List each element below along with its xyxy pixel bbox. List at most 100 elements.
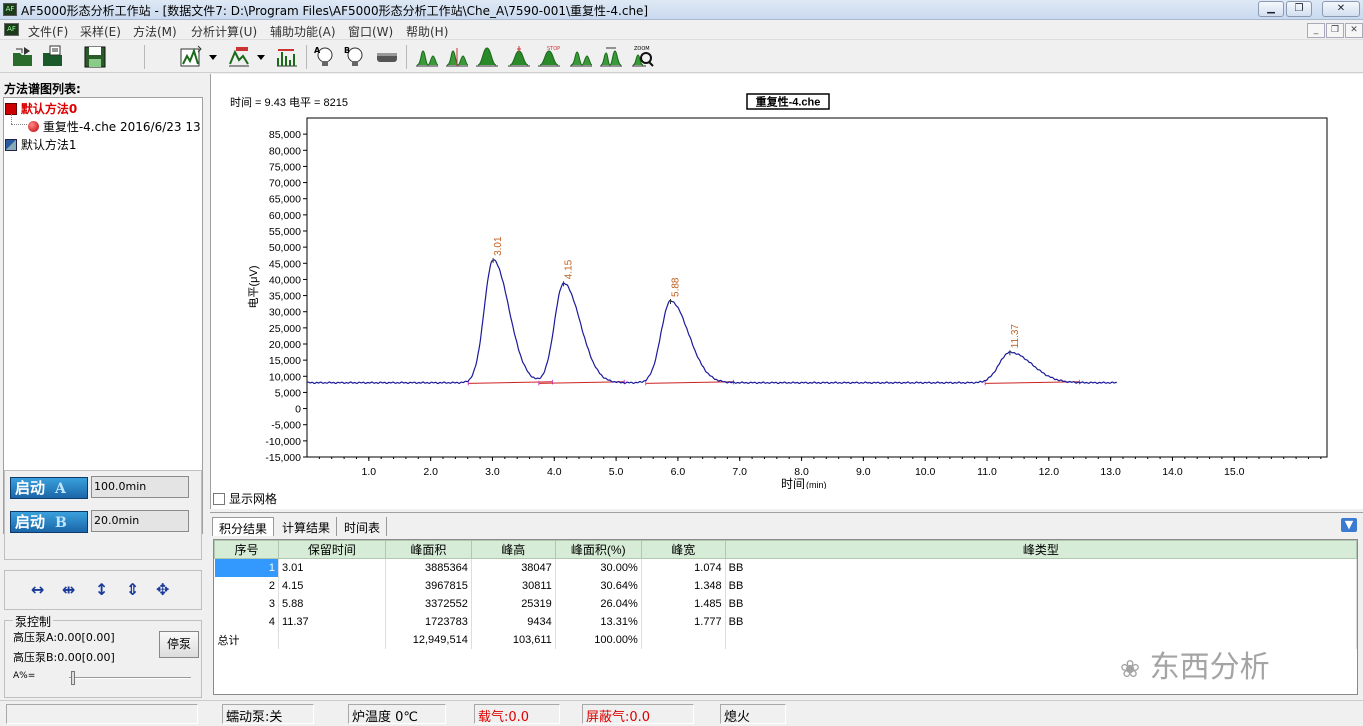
col-peak-type[interactable]: 峰类型 [724, 540, 1357, 559]
table-row[interactable]: 4 11.37 1723783 9434 13.31% 1.777 BB [214, 612, 1357, 631]
cursor-readout: 时间 = 9.43 电平 = 8215 [230, 96, 348, 109]
zoom-icon[interactable]: ZOOM [630, 44, 656, 70]
table-row[interactable]: 2 4.15 3967815 30811 30.64% 1.348 BB [214, 576, 1357, 595]
pump-control-box: 泵控制 高压泵A:0.00[0.00] 高压泵B:0.00[0.00] 停泵 A… [4, 613, 202, 698]
peak-mark-icon[interactable] [506, 44, 532, 70]
report-icon[interactable] [226, 44, 252, 70]
maximize-button[interactable]: ❐ [1286, 1, 1312, 17]
close-button[interactable]: ✕ [1322, 1, 1360, 17]
col-height[interactable]: 峰高 [470, 540, 556, 559]
y-tick-label: 50,000 [269, 242, 301, 254]
peak-split-icon[interactable] [444, 44, 470, 70]
chromatogram-chart[interactable]: 时间 = 9.43 电平 = 8215 重复性-4.che 85,000 80,0… [211, 74, 1363, 489]
checkbox-box[interactable] [213, 493, 225, 505]
expand-horizontal-icon[interactable]: ↔ [31, 580, 44, 599]
y-tick-label: 55,000 [269, 226, 301, 238]
col-width[interactable]: 峰宽 [640, 540, 726, 559]
col-retention-time[interactable]: 保留时间 [277, 540, 386, 559]
lamp-b-icon[interactable]: B [342, 44, 368, 70]
x-axis-unit: (min) [806, 480, 827, 489]
peak-range-icon[interactable] [598, 44, 624, 70]
menu-bar: AF 文件(F) 采样(E) 方法(M) 分析计算(U) 辅助功能(A) 窗口(… [0, 20, 1363, 40]
x-axis-label: 时间 [781, 477, 805, 489]
plot-area [306, 117, 1328, 458]
mdi-restore-button[interactable]: ❐ [1326, 23, 1344, 38]
menu-sampling[interactable]: 采样(E) [80, 23, 121, 40]
menu-tools[interactable]: 辅助功能(A) [270, 23, 336, 40]
tab-integration[interactable]: 积分结果 [212, 517, 275, 536]
x-tick-label: 10.0 [915, 466, 936, 478]
tree-item-method1[interactable]: 默认方法1 [5, 136, 76, 153]
start-control-box: 启动 A 100.0min 启动 B 20.0min [4, 470, 202, 560]
svg-text:B: B [344, 46, 350, 55]
y-tick-label: 35,000 [269, 291, 301, 303]
status-peristaltic-pump: 蠕动泵:关 [222, 704, 314, 725]
compress-horizontal-icon[interactable]: ⇹ [62, 580, 75, 599]
pump-a-status: 高压泵A:0.00[0.00] [13, 631, 115, 644]
start-b-duration-field[interactable]: 20.0min [91, 510, 189, 532]
results-table: 序号 保留时间 峰面积 峰高 峰面积(%) 峰宽 峰类型 1 3.01 388536… [214, 540, 1357, 649]
mdi-minimize-button[interactable]: _ [1307, 23, 1325, 38]
peak-baseline-icon[interactable] [568, 44, 594, 70]
ax-slider-thumb[interactable] [71, 671, 75, 685]
tree-item-method0[interactable]: 默认方法0 [5, 100, 77, 117]
start-a-button[interactable]: 启动 A [10, 477, 88, 499]
start-a-duration-field[interactable]: 100.0min [91, 476, 189, 498]
tree-item-file[interactable]: 重复性-4.che 2016/6/23 13:3 [28, 118, 202, 135]
menu-file[interactable]: 文件(F) [28, 23, 68, 40]
collapse-panel-icon[interactable]: ▼ [1341, 518, 1357, 532]
peak-add-icon[interactable] [474, 44, 500, 70]
menu-method[interactable]: 方法(M) [133, 23, 177, 40]
menu-analysis[interactable]: 分析计算(U) [191, 23, 257, 40]
x-tick-label: 4.0 [547, 466, 562, 478]
child-window-icon[interactable]: AF [4, 23, 19, 36]
minimize-button[interactable]: ▁ [1258, 1, 1284, 17]
chevron-down-icon[interactable] [254, 44, 268, 70]
method1-label: 默认方法1 [20, 138, 77, 152]
expand-vertical-icon[interactable]: ↕ [95, 580, 108, 599]
lamp-a-icon[interactable]: A [312, 44, 338, 70]
chart-title: 重复性-4.che [756, 95, 821, 109]
col-index[interactable]: 序号 [214, 540, 279, 559]
col-area[interactable]: 峰面积 [384, 540, 472, 559]
y-tick-label: 10,000 [269, 371, 301, 383]
move-icon[interactable]: ✥ [156, 580, 169, 599]
table-row[interactable]: 1 3.01 3885364 38047 30.00% 1.074 BB [214, 558, 1357, 577]
tab-calculation[interactable]: 计算结果 [276, 517, 338, 536]
open-file-icon[interactable] [40, 44, 66, 70]
chevron-down-icon[interactable] [206, 44, 220, 70]
folder-closed-icon [5, 139, 17, 151]
ax-slider-track[interactable] [69, 677, 191, 679]
pump-control-legend: 泵控制 [13, 613, 54, 630]
tree-header: 方法谱图列表: [4, 82, 81, 96]
col-area-percent[interactable]: 峰面积(%) [554, 540, 642, 559]
x-tick-label: 5.0 [609, 466, 624, 478]
x-tick-label: 12.0 [1039, 466, 1060, 478]
y-tick-label: -5,000 [271, 420, 301, 432]
tab-timetable[interactable]: 时间表 [338, 517, 388, 536]
chart-new-icon[interactable] [178, 44, 204, 70]
svg-text:ZOOM: ZOOM [634, 46, 650, 52]
stop-pump-button[interactable]: 停泵 [159, 631, 199, 658]
peak-label: 5.88 [670, 277, 681, 297]
compress-vertical-icon[interactable]: ⇕ [126, 580, 139, 599]
wechat-icon: ❀ [1120, 655, 1141, 683]
save-icon[interactable] [82, 44, 108, 70]
menu-help[interactable]: 帮助(H) [406, 23, 448, 40]
start-b-button[interactable]: 启动 B [10, 511, 88, 533]
y-tick-label: 75,000 [269, 161, 301, 173]
table-row[interactable]: 3 5.88 3372552 25319 26.04% 1.485 BB [214, 594, 1357, 613]
cylinder-icon[interactable] [374, 44, 400, 70]
y-tick-label: 60,000 [269, 210, 301, 222]
mdi-close-button[interactable]: ✕ [1345, 23, 1363, 38]
integration-icon[interactable] [274, 44, 300, 70]
method-tree[interactable]: 默认方法0 重复性-4.che 2016/6/23 13:3 默认方法1 [3, 97, 203, 534]
x-tick-label: 11.0 [977, 466, 997, 478]
open-folder-icon[interactable] [10, 44, 36, 70]
peak-stop-icon[interactable]: STOP [536, 44, 562, 70]
y-tick-label: -15,000 [265, 452, 301, 464]
menu-window[interactable]: 窗口(W) [348, 23, 393, 40]
show-grid-checkbox[interactable]: 显示网格 [213, 490, 277, 507]
status-flame: 熄火 [720, 704, 786, 725]
peak-zoom-icon[interactable] [414, 44, 440, 70]
